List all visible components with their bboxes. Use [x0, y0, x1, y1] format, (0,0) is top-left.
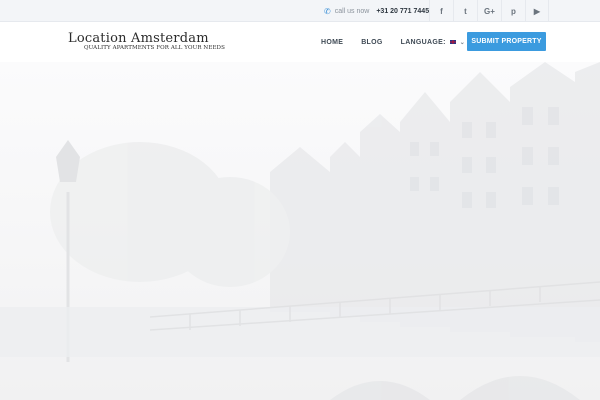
logo-title: Location Amsterdam: [68, 31, 209, 46]
call-us-label: call us now: [334, 7, 370, 15]
youtube-icon[interactable]: ▶: [525, 0, 549, 22]
nav-language[interactable]: LANGUAGE: ⌄: [401, 39, 465, 46]
language-label: LANGUAGE:: [400, 38, 446, 46]
google-plus-icon[interactable]: G+: [477, 0, 501, 22]
contact-info: ✆ call us now +31 20 771 7445: [324, 0, 429, 22]
social-links: f t G+ p ▶: [429, 0, 549, 22]
twitter-icon[interactable]: t: [453, 0, 477, 22]
nav-blog[interactable]: BLOG: [361, 39, 382, 46]
pinterest-icon[interactable]: p: [501, 0, 525, 22]
site-logo[interactable]: Location Amsterdam QUALITY APARTMENTS FO…: [68, 31, 225, 51]
chevron-down-icon: ⌄: [459, 39, 466, 46]
submit-property-button[interactable]: SUBMIT PROPERTY: [467, 32, 546, 51]
hero-banner: [0, 62, 600, 400]
hero-background-image: [0, 62, 600, 400]
site-header: Location Amsterdam QUALITY APARTMENTS FO…: [0, 22, 600, 62]
facebook-icon[interactable]: f: [429, 0, 453, 22]
phone-icon: ✆: [324, 6, 331, 16]
top-bar: ✆ call us now +31 20 771 7445 f t G+ p ▶: [0, 0, 600, 22]
phone-number[interactable]: +31 20 771 7445: [376, 8, 429, 15]
logo-tagline: QUALITY APARTMENTS FOR ALL YOUR NEEDS: [84, 45, 225, 51]
main-nav: HOME BLOG LANGUAGE: ⌄: [321, 22, 483, 62]
nav-home[interactable]: HOME: [321, 39, 343, 46]
uk-flag-icon: [448, 39, 457, 45]
